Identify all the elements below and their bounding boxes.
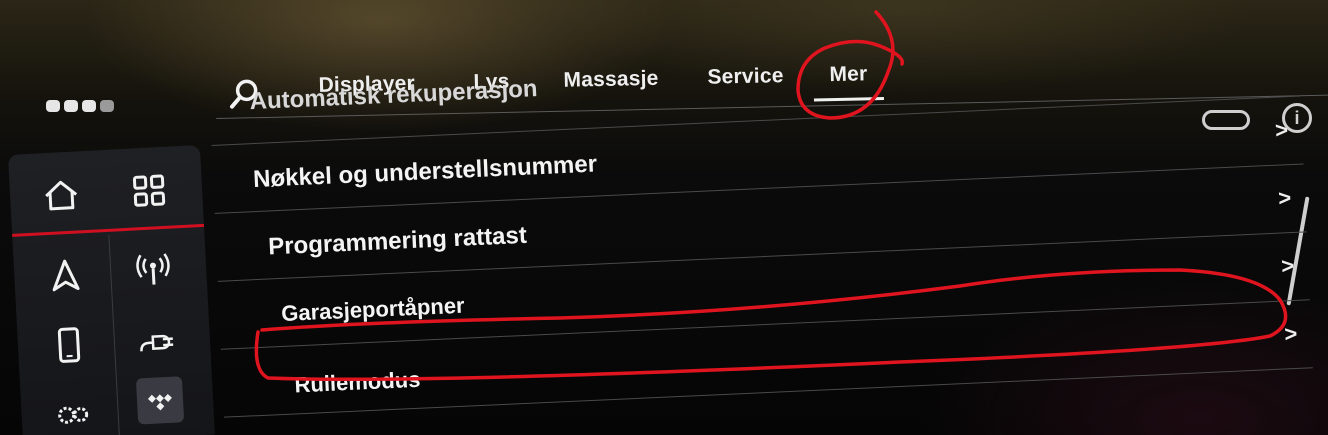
- sidebar: [8, 144, 215, 435]
- status-indicator: [46, 100, 114, 112]
- status-dot: [82, 100, 96, 112]
- navigation-arrow-icon[interactable]: [41, 251, 89, 299]
- list-item-label: Automatisk rekuperasjon: [249, 75, 539, 116]
- chevron-right-icon: >: [1277, 185, 1292, 211]
- status-dot: [46, 100, 60, 112]
- status-dot: [100, 100, 114, 112]
- list-item-label: Nøkkel og understellsnummer: [252, 150, 598, 194]
- home-icon[interactable]: [37, 171, 85, 219]
- list-item-label: Rullemodus: [293, 366, 421, 398]
- chevron-right-icon: >: [1280, 252, 1295, 279]
- gears-icon[interactable]: [49, 391, 97, 435]
- sidebar-divider: [108, 234, 121, 435]
- list-item-label: Programmering rattast: [267, 221, 528, 261]
- settings-list: Automatisk rekuperasjon Nøkkel og unders…: [208, 30, 1324, 435]
- list-item-label: Garasjeportåpner: [280, 292, 466, 326]
- charging-plug-icon[interactable]: [133, 316, 181, 364]
- phone-icon[interactable]: [45, 321, 93, 369]
- tidal-icon[interactable]: [135, 376, 185, 425]
- chevron-right-icon: >: [1283, 320, 1298, 347]
- status-dot: [64, 100, 78, 112]
- chevron-right-icon: >: [1274, 117, 1289, 143]
- apps-grid-icon[interactable]: [125, 166, 173, 214]
- radio-signal-icon[interactable]: [129, 246, 177, 294]
